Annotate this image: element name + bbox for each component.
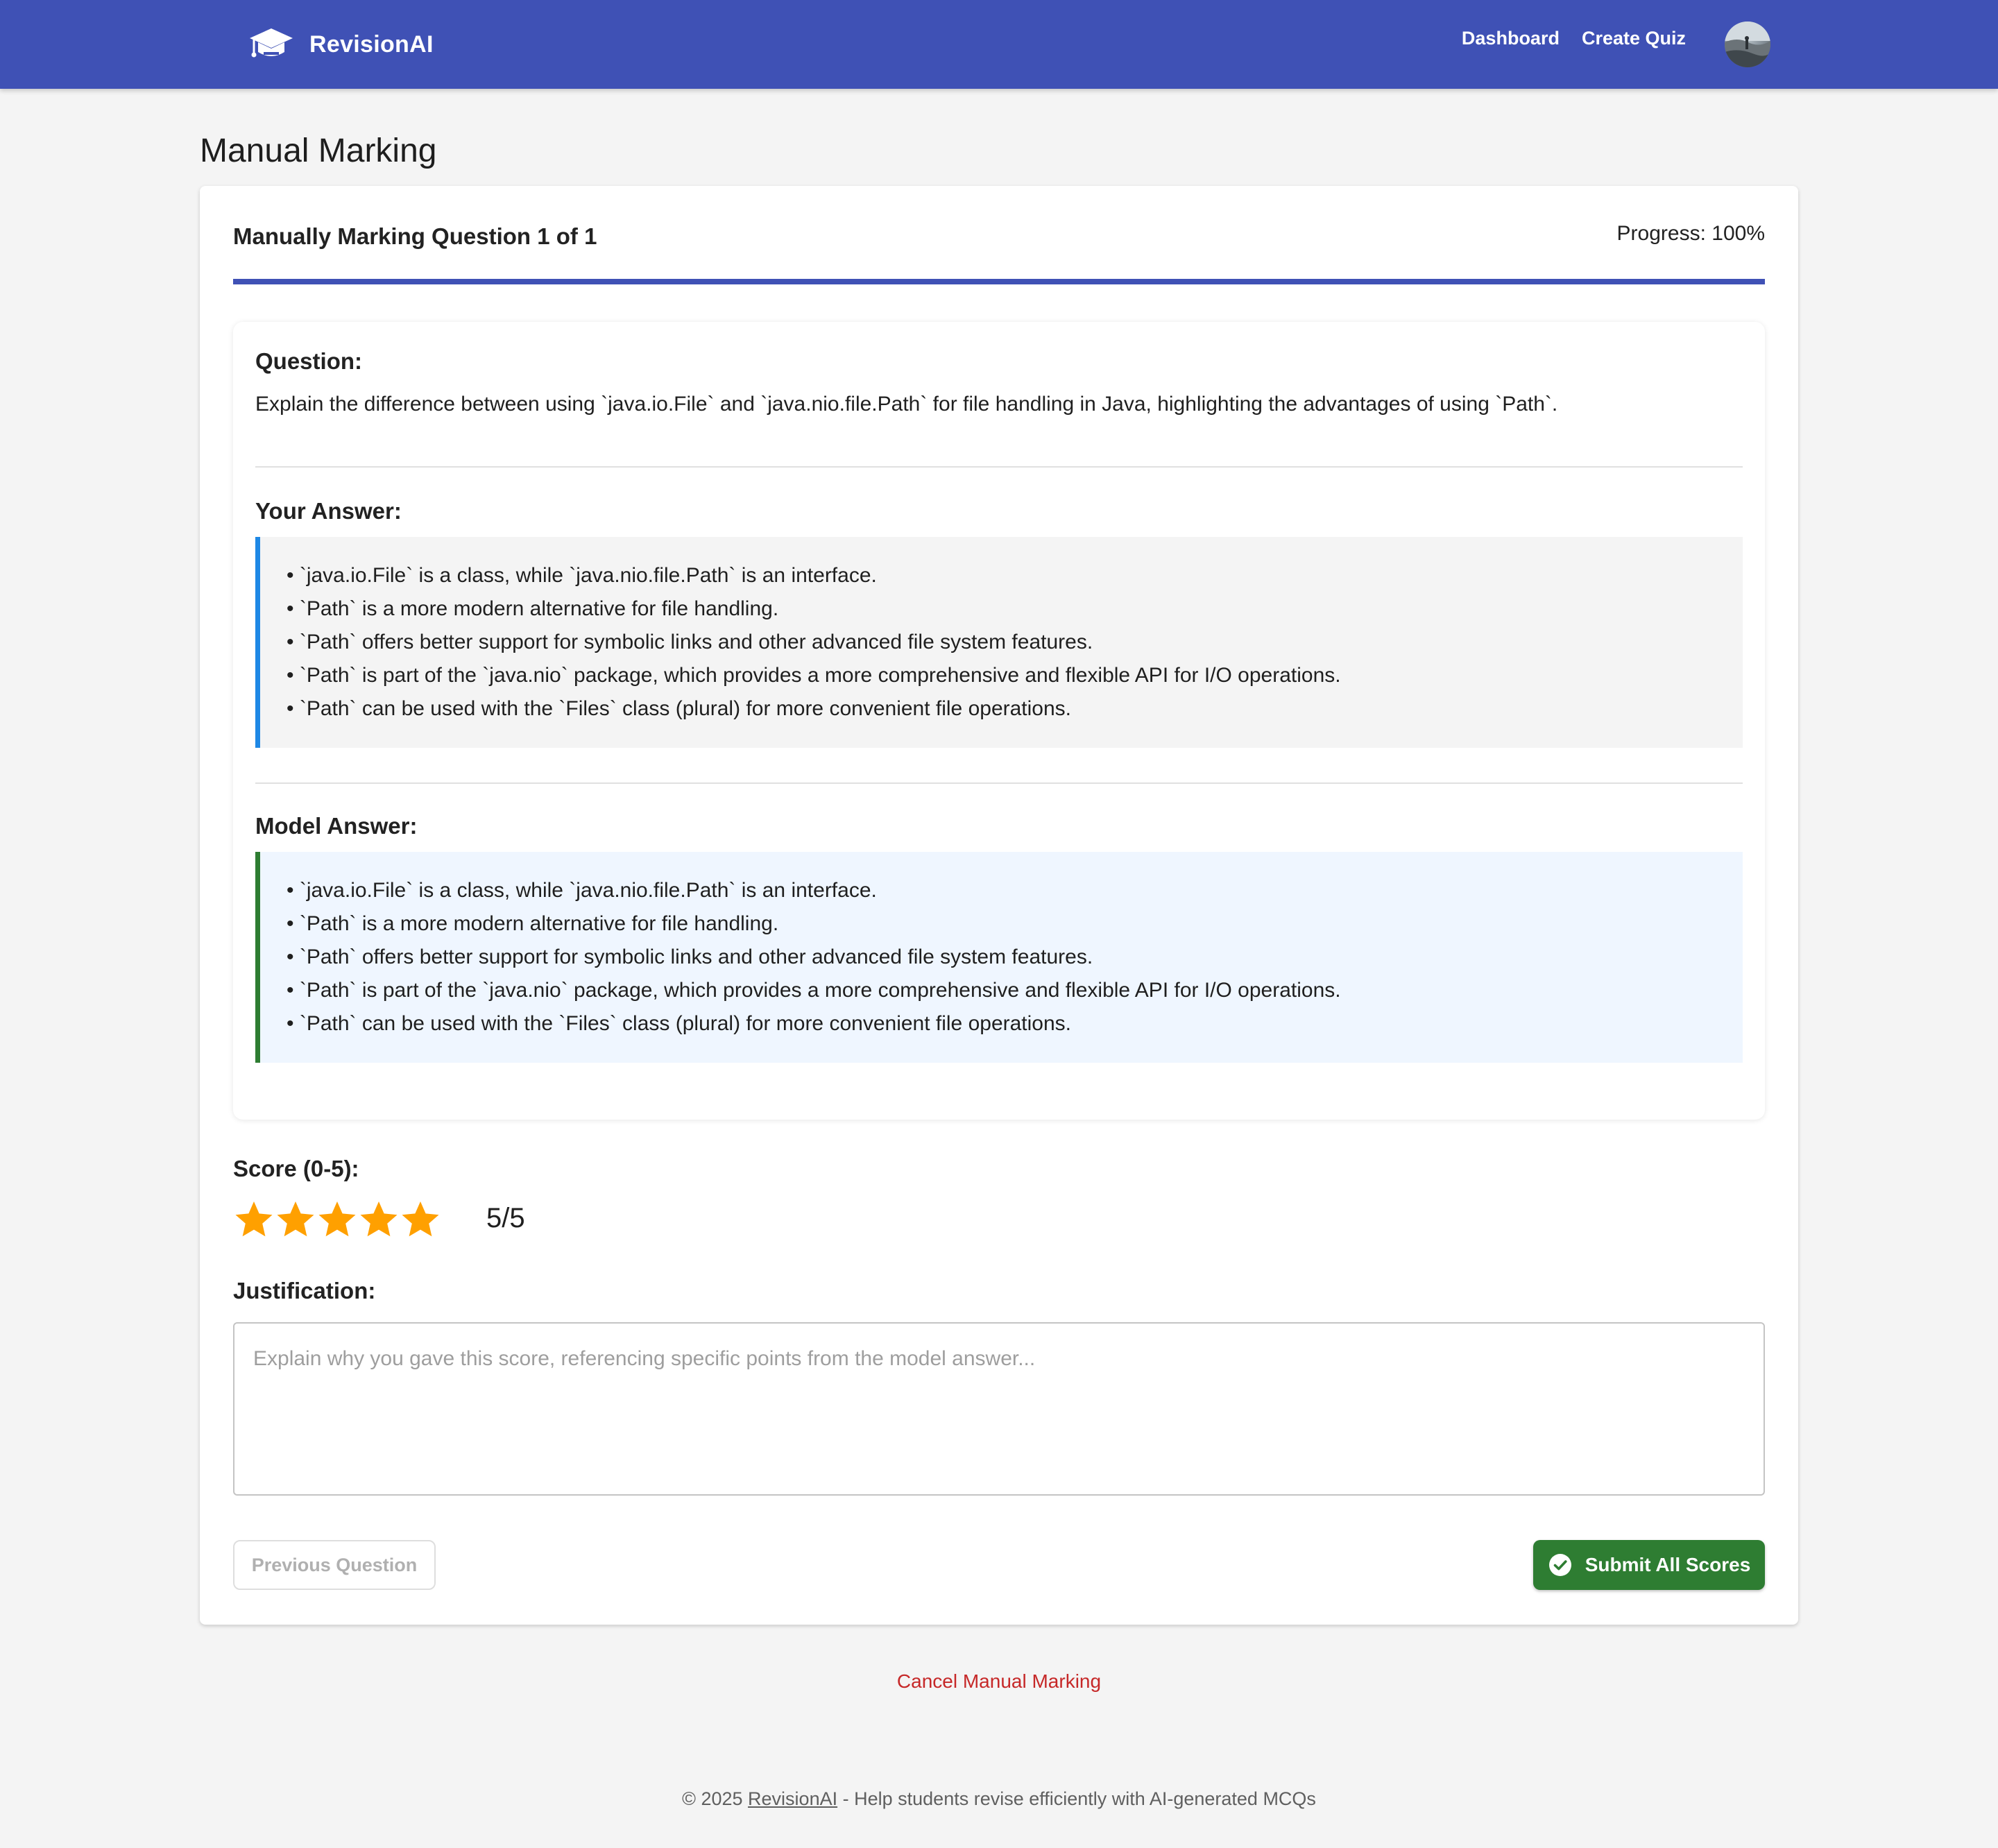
star-icon[interactable] xyxy=(316,1199,358,1240)
score-value: 5/5 xyxy=(486,1203,525,1233)
your-answer-box: `java.io.File` is a class, while `java.n… xyxy=(255,537,1743,748)
cancel-link-text[interactable]: Cancel Manual Marking xyxy=(897,1670,1101,1692)
list-item: `Path` is a more modern alternative for … xyxy=(287,907,1743,941)
marking-card: Manually Marking Question 1 of 1 Progres… xyxy=(200,186,1798,1625)
list-item: `java.io.File` is a class, while `java.n… xyxy=(287,559,1743,592)
list-item: `Path` is part of the `java.nio` package… xyxy=(287,659,1743,692)
top-nav: Dashboard Create Quiz xyxy=(1440,28,1686,49)
footer-suffix: - Help students revise efficiently with … xyxy=(842,1788,1316,1809)
your-answer-label: Your Answer: xyxy=(255,498,402,524)
question-text: Explain the difference between using `ja… xyxy=(255,393,1558,416)
question-label: Question: xyxy=(255,348,362,374)
star-rating xyxy=(233,1199,441,1240)
footer-prefix: © 2025 xyxy=(682,1788,743,1809)
model-answer-box: `java.io.File` is a class, while `java.n… xyxy=(255,852,1743,1063)
avatar-photo xyxy=(1725,22,1770,67)
model-answer-label: Model Answer: xyxy=(255,813,418,839)
model-answer-list: `java.io.File` is a class, while `java.n… xyxy=(287,874,1743,1041)
graduation-cap-icon xyxy=(250,28,293,58)
divider xyxy=(255,782,1743,784)
app-name: RevisionAI xyxy=(309,31,434,58)
submit-all-scores-button[interactable]: Submit All Scores xyxy=(1533,1540,1765,1590)
your-answer-list: `java.io.File` is a class, while `java.n… xyxy=(287,559,1743,726)
list-item: `Path` can be used with the `Files` clas… xyxy=(287,692,1743,726)
check-circle-icon xyxy=(1548,1554,1571,1576)
list-item: `Path` offers better support for symboli… xyxy=(287,626,1743,659)
progress-text: Progress: 100% xyxy=(1616,222,1765,245)
list-item: `Path` is a more modern alternative for … xyxy=(287,592,1743,626)
progress-bar xyxy=(233,279,1765,284)
page-title: Manual Marking xyxy=(200,132,437,169)
submit-button-label: Submit All Scores xyxy=(1585,1554,1751,1575)
list-item: `java.io.File` is a class, while `java.n… xyxy=(287,874,1743,907)
list-item: `Path` is part of the `java.nio` package… xyxy=(287,974,1743,1007)
top-app-bar: RevisionAI Dashboard Create Quiz xyxy=(0,0,1998,89)
user-avatar[interactable] xyxy=(1725,22,1770,67)
previous-question-button[interactable]: Previous Question xyxy=(233,1540,436,1590)
brand[interactable]: RevisionAI xyxy=(248,24,434,65)
score-label: Score (0-5): xyxy=(233,1156,359,1181)
progress-bar-fill xyxy=(233,279,1765,284)
list-item: `Path` offers better support for symboli… xyxy=(287,941,1743,974)
question-answer-panel: Question: Explain the difference between… xyxy=(233,322,1765,1120)
marking-question-title: Manually Marking Question 1 of 1 xyxy=(233,223,597,249)
nav-dashboard-link[interactable]: Dashboard xyxy=(1462,28,1560,49)
footer-brand-link[interactable]: RevisionAI xyxy=(748,1788,837,1809)
footer: © 2025 RevisionAI - Help students revise… xyxy=(0,1788,1998,1810)
divider xyxy=(255,466,1743,468)
star-icon[interactable] xyxy=(233,1199,275,1240)
star-icon[interactable] xyxy=(400,1199,441,1240)
cancel-manual-marking-link: Cancel Manual Marking xyxy=(0,1670,1998,1693)
nav-create-quiz-link[interactable]: Create Quiz xyxy=(1582,28,1686,49)
star-icon[interactable] xyxy=(275,1199,316,1240)
justification-textarea[interactable] xyxy=(233,1322,1765,1496)
list-item: `Path` can be used with the `Files` clas… xyxy=(287,1007,1743,1041)
justification-label: Justification: xyxy=(233,1278,376,1303)
star-icon[interactable] xyxy=(358,1199,400,1240)
